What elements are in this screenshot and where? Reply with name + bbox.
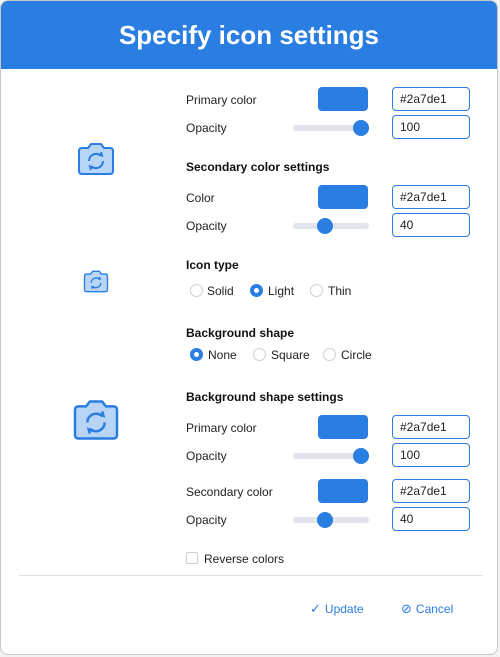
bg-shape-circle-label[interactable]: Circle (341, 348, 372, 362)
secondary-opacity-input[interactable]: 40 (392, 213, 470, 237)
icon-type-heading: Icon type (186, 258, 239, 272)
slider-thumb[interactable] (353, 448, 369, 464)
slider-thumb[interactable] (317, 218, 333, 234)
background-shape-heading: Background shape (186, 326, 295, 340)
secondary-settings-heading: Secondary color settings (186, 160, 330, 174)
cancel-button[interactable]: ⊘ Cancel (401, 601, 453, 617)
bg-shape-circle-radio[interactable] (323, 348, 336, 361)
cancel-button-label: Cancel (415, 602, 454, 616)
secondary-opacity-slider[interactable] (293, 218, 369, 234)
bg-shape-settings-heading: Background shape settings (186, 390, 344, 404)
ban-icon: ⊘ (401, 601, 412, 616)
icon-type-thin-radio[interactable] (310, 284, 323, 297)
bg-secondary-opacity-slider[interactable] (293, 512, 369, 528)
reverse-colors-label[interactable]: Reverse colors (204, 552, 284, 566)
bg-shape-square-label[interactable]: Square (271, 348, 310, 362)
primary-opacity-input[interactable]: 100 (392, 115, 470, 139)
primary-opacity-label: Opacity (186, 121, 227, 135)
bg-secondary-opacity-label: Opacity (186, 513, 227, 527)
icon-type-light-label[interactable]: Light (268, 284, 294, 298)
secondary-opacity-label: Opacity (186, 219, 227, 233)
bg-secondary-color-label: Secondary color (186, 485, 273, 499)
icon-settings-dialog: Specify icon settings Primary color #2a7… (0, 0, 498, 655)
primary-color-swatch[interactable] (318, 87, 368, 111)
update-button-label: Update (324, 602, 364, 616)
icon-type-light-radio[interactable] (250, 284, 263, 297)
icon-type-thin-label[interactable]: Thin (328, 284, 351, 298)
bg-secondary-color-hex-input[interactable]: #2a7de1 (392, 479, 470, 503)
primary-opacity-slider[interactable] (293, 120, 369, 136)
footer-divider (19, 575, 483, 576)
bg-primary-opacity-label: Opacity (186, 449, 227, 463)
secondary-color-swatch[interactable] (318, 185, 368, 209)
bg-primary-color-label: Primary color (186, 421, 257, 435)
dialog-title: Specify icon settings (1, 1, 497, 69)
primary-color-hex-input[interactable]: #2a7de1 (392, 87, 470, 111)
icon-type-solid-label[interactable]: Solid (207, 284, 234, 298)
check-icon: ✓ (310, 601, 321, 616)
update-button[interactable]: ✓ Update (310, 601, 364, 617)
secondary-color-hex-input[interactable]: #2a7de1 (392, 185, 470, 209)
reverse-colors-checkbox[interactable] (186, 552, 198, 564)
bg-secondary-color-swatch[interactable] (318, 479, 368, 503)
slider-thumb[interactable] (317, 512, 333, 528)
secondary-color-label: Color (186, 191, 215, 205)
bg-shape-square-radio[interactable] (253, 348, 266, 361)
bg-secondary-opacity-input[interactable]: 40 (392, 507, 470, 531)
camera-rotate-icon (71, 399, 121, 441)
bg-primary-color-hex-input[interactable]: #2a7de1 (392, 415, 470, 439)
primary-color-label: Primary color (186, 93, 257, 107)
camera-rotate-icon (77, 142, 115, 176)
slider-thumb[interactable] (353, 120, 369, 136)
bg-primary-color-swatch[interactable] (318, 415, 368, 439)
camera-rotate-icon (83, 270, 109, 293)
bg-shape-none-label[interactable]: None (208, 348, 237, 362)
icon-type-solid-radio[interactable] (190, 284, 203, 297)
bg-primary-opacity-slider[interactable] (293, 448, 369, 464)
bg-primary-opacity-input[interactable]: 100 (392, 443, 470, 467)
bg-shape-none-radio[interactable] (190, 348, 203, 361)
